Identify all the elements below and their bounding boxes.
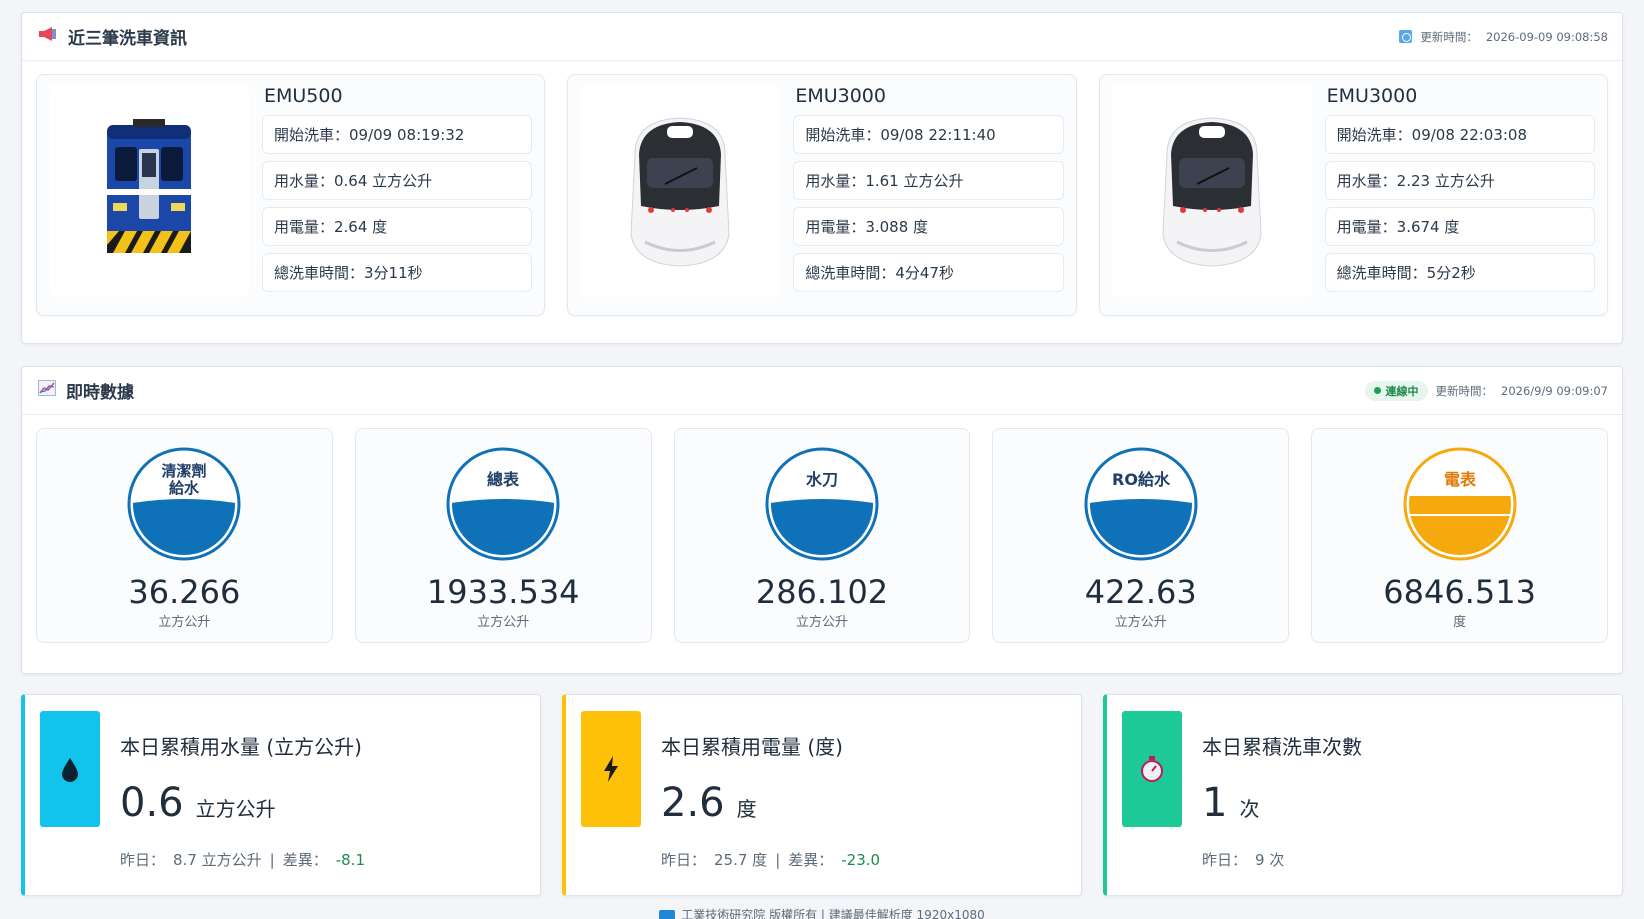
wash-start-time: 開始洗車：09/08 22:11:40 bbox=[793, 115, 1064, 154]
wash-water-usage: 用水量：0.64 立方公升 bbox=[262, 161, 533, 200]
meter-unit: 立方公升 bbox=[795, 615, 848, 630]
megaphone-icon bbox=[38, 26, 58, 47]
meter-unit: 立方公升 bbox=[1114, 615, 1167, 630]
footer: 工業技術研究院 版權所有 | 建議最佳解析度 1920x1080 bbox=[0, 906, 1644, 919]
wash-duration: 總洗車時間：3分11秒 bbox=[262, 253, 533, 292]
daily-power-footer: 昨日： 25.7 度 | 差異： -23.0 bbox=[661, 850, 881, 870]
realtime-panel: 即時數據 連線中 更新時間： 2026/9/9 09:09:07 清潔劑 給水 … bbox=[21, 366, 1623, 674]
realtime-update-label: 更新時間： bbox=[1435, 383, 1494, 398]
wash-duration: 總洗車時間：5分2秒 bbox=[1324, 253, 1595, 292]
meter-card: 水刀 286.102 立方公升 bbox=[673, 428, 971, 643]
daily-power-title: 本日累積用電量 (度) bbox=[661, 735, 843, 759]
train-name: EMU500 bbox=[264, 85, 343, 107]
stopwatch-icon bbox=[1122, 711, 1182, 827]
wash-water-usage: 用水量：2.23 立方公升 bbox=[1324, 161, 1595, 200]
meter-unit: 度 bbox=[1453, 615, 1467, 630]
meter-card: 清潔劑 給水 36.266 立方公升 bbox=[36, 428, 333, 643]
wash-update-time: 2026-09-09 09:08:58 bbox=[1485, 29, 1608, 44]
wash-power-usage: 用電量：3.674 度 bbox=[1324, 207, 1595, 246]
status-dot-icon bbox=[1373, 387, 1381, 394]
line-chart-icon bbox=[38, 380, 56, 401]
meter-value: 36.266 bbox=[128, 573, 241, 611]
refresh-icon bbox=[1399, 30, 1413, 43]
wash-record-card: EMU3000 開始洗車：09/08 22:03:08 用水量：2.23 立方公… bbox=[1098, 74, 1608, 316]
wash-start-time: 開始洗車：09/08 22:03:08 bbox=[1324, 115, 1595, 154]
wash-water-usage: 用水量：1.61 立方公升 bbox=[793, 161, 1064, 200]
daily-wash-count-unit: 次 bbox=[1239, 797, 1260, 821]
meter-unit: 立方公升 bbox=[477, 615, 530, 630]
emu3000-train-icon bbox=[1111, 85, 1312, 297]
daily-power-value: 2.6 bbox=[661, 780, 725, 826]
diff-value: -23.0 bbox=[841, 850, 881, 869]
connection-status-badge: 連線中 bbox=[1364, 380, 1428, 401]
daily-power-unit: 度 bbox=[736, 797, 757, 821]
meter-value: 1933.534 bbox=[426, 573, 580, 611]
svg-text:水刀: 水刀 bbox=[806, 470, 838, 489]
wash-start-time: 開始洗車：09/09 08:19:32 bbox=[262, 115, 533, 154]
footer-text: 工業技術研究院 版權所有 | 建議最佳解析度 1920x1080 bbox=[681, 908, 985, 919]
recent-wash-title: 近三筆洗車資訊 bbox=[68, 29, 187, 49]
realtime-update-time: 2026/9/9 09:09:07 bbox=[1501, 383, 1608, 398]
daily-water-value: 0.6 bbox=[120, 780, 184, 826]
daily-power-card: 本日累積用電量 (度) 2.6 度 昨日： 25.7 度 | 差異： -23.0 bbox=[562, 694, 1082, 896]
daily-water-card: 本日累積用水量 (立方公升) 0.6 立方公升 昨日： 8.7 立方公升 | 差… bbox=[21, 694, 541, 896]
meter-value: 422.63 bbox=[1084, 573, 1197, 611]
wash-power-usage: 用電量：2.64 度 bbox=[262, 207, 533, 246]
water-gauge-icon: RO給水 bbox=[1084, 447, 1198, 561]
train-name: EMU3000 bbox=[795, 85, 886, 107]
water-drop-icon bbox=[40, 711, 100, 827]
realtime-header: 即時數據 連線中 更新時間： 2026/9/9 09:09:07 bbox=[22, 367, 1622, 415]
meter-value: 286.102 bbox=[755, 573, 889, 611]
recent-wash-panel: 近三筆洗車資訊 更新時間： 2026-09-09 09:08:58 EMU500… bbox=[21, 12, 1623, 344]
svg-text:總表: 總表 bbox=[487, 470, 520, 489]
recent-wash-header: 近三筆洗車資訊 更新時間： 2026-09-09 09:08:58 bbox=[22, 13, 1622, 61]
meter-unit: 立方公升 bbox=[158, 615, 211, 630]
svg-text:RO給水: RO給水 bbox=[1112, 470, 1171, 489]
daily-water-unit: 立方公升 bbox=[195, 797, 276, 821]
meter-card: 總表 1933.534 立方公升 bbox=[354, 428, 652, 643]
daily-water-footer: 昨日： 8.7 立方公升 | 差異： -8.1 bbox=[120, 850, 365, 870]
water-gauge-icon: 總表 bbox=[446, 447, 560, 561]
lightning-icon bbox=[581, 711, 641, 827]
wash-update-label: 更新時間： bbox=[1420, 29, 1478, 44]
emu3000-train-icon bbox=[580, 85, 781, 297]
daily-wash-count-value: 1 bbox=[1202, 780, 1228, 826]
daily-water-title: 本日累積用水量 (立方公升) bbox=[120, 735, 362, 759]
meter-card: 電表 6846.513 度 bbox=[1311, 428, 1608, 643]
svg-text:清潔劑: 清潔劑 bbox=[162, 462, 207, 480]
diff-value: -8.1 bbox=[335, 850, 365, 869]
yesterday-value: 9 次 bbox=[1255, 851, 1285, 869]
wash-duration: 總洗車時間：4分47秒 bbox=[793, 253, 1064, 292]
svg-text:電表: 電表 bbox=[1444, 470, 1477, 489]
emu500-train-icon bbox=[49, 85, 249, 297]
wash-power-usage: 用電量：3.088 度 bbox=[793, 207, 1064, 246]
train-name: EMU3000 bbox=[1326, 85, 1418, 107]
water-gauge-icon: 清潔劑 給水 bbox=[127, 447, 241, 561]
daily-wash-count-card: 本日累積洗車次數 1 次 昨日： 9 次 bbox=[1103, 694, 1623, 896]
meter-value: 6846.513 bbox=[1383, 573, 1536, 611]
svg-text:給水: 給水 bbox=[169, 479, 200, 497]
yesterday-value: 25.7 度 bbox=[714, 851, 768, 869]
realtime-title: 即時數據 bbox=[66, 383, 134, 403]
water-gauge-icon: 水刀 bbox=[765, 447, 879, 561]
electric-gauge-icon: 電表 bbox=[1403, 447, 1517, 561]
yesterday-value: 8.7 立方公升 bbox=[173, 851, 262, 869]
meter-card: RO給水 422.63 立方公升 bbox=[992, 428, 1290, 643]
daily-wash-count-footer: 昨日： 9 次 bbox=[1202, 851, 1285, 869]
wash-record-card: EMU500 開始洗車：09/09 08:19:32 用水量：0.64 立方公升… bbox=[36, 74, 546, 316]
itri-logo-icon bbox=[659, 909, 676, 919]
daily-wash-count-title: 本日累積洗車次數 bbox=[1202, 735, 1362, 759]
wash-record-card: EMU3000 開始洗車：09/08 22:11:40 用水量：1.61 立方公… bbox=[567, 74, 1077, 316]
